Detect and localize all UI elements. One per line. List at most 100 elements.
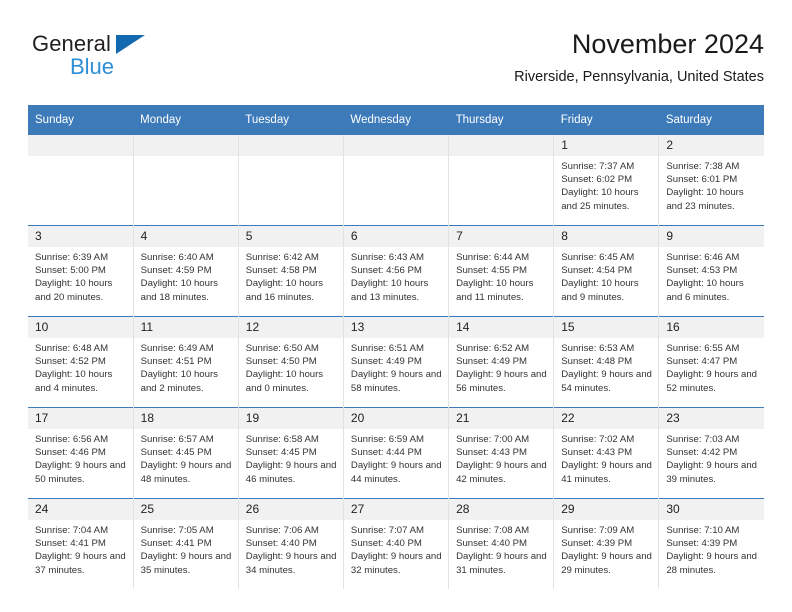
calendar-day-cell[interactable]: 10 Sunrise: 6:48 AM Sunset: 4:52 PM Dayligh… [28,316,134,408]
sunrise-text: Sunrise: 7:00 AM [456,434,530,445]
sunrise-text: Sunrise: 7:06 AM [245,525,319,536]
sunset-text: Sunset: 4:47 PM [666,356,738,368]
day-details: Sunrise: 7:03 AM Sunset: 4:42 PM Daylight:… [659,429,764,486]
day-details: Sunrise: 6:45 AM Sunset: 4:54 PM Daylight:… [554,247,658,304]
calendar-day-cell[interactable]: 22 Sunrise: 7:02 AM Sunset: 4:43 PM Dayligh… [553,407,660,499]
day-number: 13 [343,317,449,338]
calendar-day-cell[interactable]: 29 Sunrise: 7:09 AM Sunset: 4:39 PM Dayligh… [553,498,660,589]
day-details: Sunrise: 7:37 AM Sunset: 6:02 PM Daylight:… [554,156,658,213]
daylight-text: Daylight: 9 hours and 32 minutes. [350,551,442,576]
day-number [343,135,449,156]
calendar-page: General Blue November 2024 Riverside, Pe… [0,0,792,612]
daylight-text: Daylight: 10 hours and 2 minutes. [140,369,218,394]
calendar-day-cell[interactable]: 2 Sunrise: 7:38 AM Sunset: 6:01 PM Daylight… [658,135,764,226]
day-details: Sunrise: 7:05 AM Sunset: 4:41 PM Daylight:… [134,520,238,577]
day-number: 29 [554,499,659,520]
calendar-day-cell[interactable]: 5 Sunrise: 6:42 AM Sunset: 4:58 PM Daylight… [238,225,344,317]
day-details: Sunrise: 6:59 AM Sunset: 4:44 PM Daylight:… [344,429,448,486]
brand-logo[interactable]: General Blue [32,32,252,88]
daylight-text: Daylight: 9 hours and 46 minutes. [245,460,337,485]
calendar-day-cell[interactable]: 21 Sunrise: 7:00 AM Sunset: 4:43 PM Dayligh… [448,407,555,499]
sunrise-text: Sunrise: 6:39 AM [35,252,109,263]
calendar-day-cell[interactable]: 12 Sunrise: 6:50 AM Sunset: 4:50 PM Dayligh… [238,316,344,408]
sunset-text: Sunset: 4:43 PM [561,447,633,459]
day-number: 12 [238,317,343,338]
calendar-day-cell[interactable]: 13 Sunrise: 6:51 AM Sunset: 4:49 PM Dayligh… [343,316,450,408]
calendar-day-cell[interactable]: 25 Sunrise: 7:05 AM Sunset: 4:41 PM Dayligh… [133,498,239,589]
sunrise-text: Sunrise: 6:52 AM [456,343,530,354]
calendar-day-cell[interactable]: 20 Sunrise: 6:59 AM Sunset: 4:44 PM Dayligh… [343,407,450,499]
sunset-text: Sunset: 4:41 PM [35,538,106,550]
calendar-day-cell[interactable]: 4 Sunrise: 6:40 AM Sunset: 4:59 PM Daylight… [133,225,239,317]
calendar-day-cell[interactable]: 18 Sunrise: 6:57 AM Sunset: 4:45 PM Dayligh… [133,407,239,499]
daylight-text: Daylight: 10 hours and 11 minutes. [456,278,534,303]
sunset-text: Sunset: 4:45 PM [140,447,212,459]
day-details: Sunrise: 6:46 AM Sunset: 4:53 PM Daylight:… [659,247,764,304]
calendar-day-cell[interactable]: 3 Sunrise: 6:39 AM Sunset: 5:00 PM Daylight… [28,225,134,317]
calendar-day-cell[interactable]: 7 Sunrise: 6:44 AM Sunset: 4:55 PM Daylight… [448,225,555,317]
sunset-text: Sunset: 4:50 PM [245,356,317,368]
sunset-text: Sunset: 4:40 PM [456,538,527,550]
sunrise-text: Sunrise: 6:40 AM [140,252,214,263]
calendar-day-cell[interactable]: 17 Sunrise: 6:56 AM Sunset: 4:46 PM Dayligh… [28,407,134,499]
day-number: 3 [28,226,133,247]
calendar-day-cell[interactable]: 6 Sunrise: 6:43 AM Sunset: 4:56 PM Daylight… [343,225,450,317]
sunset-text: Sunset: 4:40 PM [245,538,317,550]
daylight-text: Daylight: 10 hours and 4 minutes. [35,369,113,394]
calendar-day-cell[interactable]: 19 Sunrise: 6:58 AM Sunset: 4:45 PM Dayligh… [238,407,344,499]
day-details: Sunrise: 7:06 AM Sunset: 4:40 PM Daylight:… [239,520,343,577]
calendar-day-cell[interactable]: 8 Sunrise: 6:45 AM Sunset: 4:54 PM Daylight… [553,225,660,317]
day-number: 28 [449,499,554,520]
calendar-day-cell-empty [448,135,555,226]
daylight-text: Daylight: 10 hours and 13 minutes. [350,278,429,303]
day-number: 6 [343,226,449,247]
weekday-header-wednesday: Wednesday [343,105,449,135]
calendar-day-cell[interactable]: 9 Sunrise: 6:46 AM Sunset: 4:53 PM Daylight… [658,225,764,317]
day-details: Sunrise: 6:57 AM Sunset: 4:45 PM Daylight:… [134,429,238,486]
day-number: 7 [449,226,554,247]
calendar-day-cell[interactable]: 26 Sunrise: 7:06 AM Sunset: 4:40 PM Dayligh… [238,498,344,589]
day-details: Sunrise: 6:53 AM Sunset: 4:48 PM Daylight:… [554,338,658,395]
day-details: Sunrise: 7:08 AM Sunset: 4:40 PM Daylight:… [449,520,553,577]
daylight-text: Daylight: 9 hours and 29 minutes. [561,551,652,576]
calendar-day-cell[interactable]: 14 Sunrise: 6:52 AM Sunset: 4:49 PM Dayligh… [448,316,555,408]
day-number: 24 [28,499,133,520]
calendar-week-row: 3 Sunrise: 6:39 AM Sunset: 5:00 PM Daylight… [28,225,764,317]
daylight-text: Daylight: 9 hours and 37 minutes. [35,551,126,576]
calendar-day-cell[interactable]: 30 Sunrise: 7:10 AM Sunset: 4:39 PM Dayligh… [658,498,764,589]
sunrise-text: Sunrise: 7:08 AM [456,525,530,536]
daylight-text: Daylight: 9 hours and 58 minutes. [350,369,442,394]
daylight-text: Daylight: 10 hours and 0 minutes. [245,369,324,394]
day-details: Sunrise: 7:09 AM Sunset: 4:39 PM Daylight:… [554,520,658,577]
daylight-text: Daylight: 10 hours and 9 minutes. [561,278,639,303]
sunset-text: Sunset: 4:46 PM [35,447,106,459]
daylight-text: Daylight: 9 hours and 42 minutes. [456,460,547,485]
sunrise-text: Sunrise: 6:42 AM [245,252,319,263]
day-number: 26 [238,499,343,520]
day-number [238,135,343,156]
calendar-day-cell[interactable]: 28 Sunrise: 7:08 AM Sunset: 4:40 PM Dayligh… [448,498,555,589]
sunset-text: Sunset: 4:56 PM [350,265,422,277]
sunset-text: Sunset: 4:48 PM [561,356,633,368]
day-number: 27 [343,499,449,520]
calendar-day-cell[interactable]: 23 Sunrise: 7:03 AM Sunset: 4:42 PM Dayligh… [658,407,764,499]
calendar-day-cell[interactable]: 16 Sunrise: 6:55 AM Sunset: 4:47 PM Dayligh… [658,316,764,408]
sunset-text: Sunset: 4:58 PM [245,265,317,277]
calendar-day-cell-empty [28,135,134,226]
daylight-text: Daylight: 10 hours and 16 minutes. [245,278,324,303]
calendar-day-cell[interactable]: 15 Sunrise: 6:53 AM Sunset: 4:48 PM Dayligh… [553,316,660,408]
daylight-text: Daylight: 10 hours and 18 minutes. [140,278,218,303]
day-details: Sunrise: 7:07 AM Sunset: 4:40 PM Daylight:… [344,520,448,577]
day-number: 23 [659,408,764,429]
calendar-day-cell[interactable]: 1 Sunrise: 7:37 AM Sunset: 6:02 PM Daylight… [553,135,660,226]
calendar-day-cell[interactable]: 11 Sunrise: 6:49 AM Sunset: 4:51 PM Dayligh… [133,316,239,408]
daylight-text: Daylight: 9 hours and 28 minutes. [666,551,758,576]
daylight-text: Daylight: 9 hours and 50 minutes. [35,460,126,485]
calendar-day-cell[interactable]: 27 Sunrise: 7:07 AM Sunset: 4:40 PM Dayligh… [343,498,450,589]
sunset-text: Sunset: 4:41 PM [140,538,212,550]
day-details: Sunrise: 7:04 AM Sunset: 4:41 PM Daylight:… [28,520,133,577]
day-number: 9 [659,226,764,247]
weekday-header-monday: Monday [133,105,239,135]
calendar-day-cell-empty [238,135,344,226]
calendar-day-cell[interactable]: 24 Sunrise: 7:04 AM Sunset: 4:41 PM Dayligh… [28,498,134,589]
